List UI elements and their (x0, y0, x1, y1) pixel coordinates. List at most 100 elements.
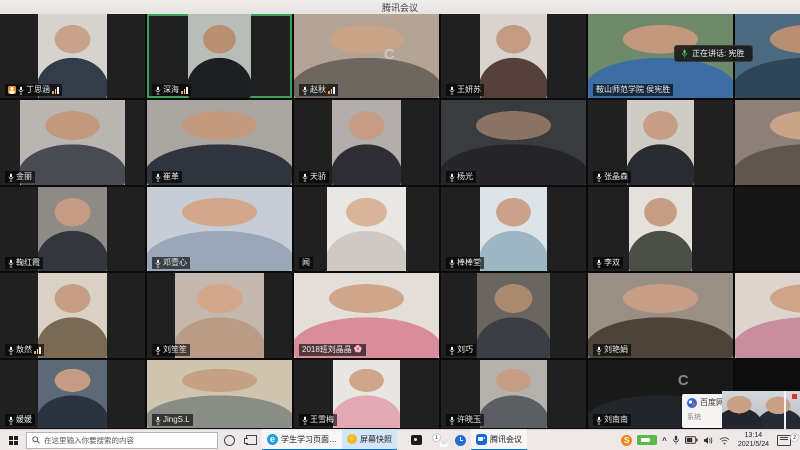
taskbar-app-tencent-meeting[interactable]: 腾讯会议 (471, 429, 527, 450)
participant-name-label: 天骄 (299, 171, 329, 183)
window-titlebar[interactable]: 腾讯会议 (0, 0, 800, 14)
mic-icon (302, 416, 308, 425)
mic-icon (449, 173, 455, 182)
participant-tile-许晓玉[interactable]: 许晓玉 (441, 360, 588, 430)
mic-icon (8, 173, 14, 182)
participant-tile-棒棒堂[interactable]: 棒棒堂 (441, 187, 588, 273)
start-button[interactable] (0, 430, 26, 450)
meeting-app-label: 腾讯会议 (490, 434, 522, 445)
screenshot-app-icon: ⚡ (347, 434, 357, 444)
participant-name: 赵秋 (310, 84, 326, 96)
participant-tile-邓壹心[interactable]: 邓壹心 (147, 187, 294, 273)
screenshot-app-label: 屏幕快照 (360, 434, 392, 445)
participant-name: 金丽 (16, 171, 32, 183)
participant-name: JingS.L (163, 414, 190, 426)
participant-name: 深海 (163, 84, 179, 96)
participant-tile-崔革[interactable]: 崔革 (147, 100, 294, 187)
speaker-icon[interactable] (703, 436, 714, 445)
keyboard-icon[interactable] (777, 435, 791, 446)
participant-tile-杨光[interactable]: 杨光 (441, 100, 588, 187)
participant-name-label: 王雪梅 (299, 414, 337, 426)
taskbar-app-browser[interactable]: e 学生学习页面 - 联... (262, 429, 342, 450)
participant-tile-刘巧[interactable]: 刘巧 (441, 273, 588, 360)
participant-tile-鞠红霞[interactable]: 鞠红霞 (0, 187, 147, 273)
participant-tile-媛媛[interactable]: 媛媛 (0, 360, 147, 430)
participant-name: 张晶森 (604, 171, 628, 183)
participant-tile-赵秋[interactable]: C赵秋 (294, 14, 441, 100)
participant-tile-李双[interactable]: 李双 (588, 187, 735, 273)
mic-icon (449, 346, 455, 355)
participant-tile-JingS.L[interactable]: JingS.L (147, 360, 294, 430)
microphone-tray-icon[interactable] (672, 435, 680, 446)
participant-tile-丁思涵[interactable]: 丁思涵 (0, 14, 147, 100)
windows-logo-icon (9, 436, 18, 445)
participant-tile-2018班刘晶晶[interactable]: 2018班刘晶晶🌸 (294, 273, 441, 360)
participant-video (327, 187, 405, 271)
participant-video (627, 100, 694, 185)
participant-video (38, 187, 108, 271)
participant-tile-刘笙笙[interactable]: 刘笙笙 (147, 273, 294, 360)
sogou-input-icon[interactable]: S (621, 435, 632, 446)
participant-name-label: 鞍山师范学院 侯宪胜 (593, 84, 673, 96)
participant-tile-王雪梅[interactable]: 王雪梅 (294, 360, 441, 430)
cortana-button[interactable] (218, 430, 240, 450)
participant-name-label: 深海 (152, 84, 191, 96)
participant-tile-王妍苏[interactable]: 王妍苏 (441, 14, 588, 100)
participant-name-label: 王妍苏 (446, 84, 484, 96)
participant-video-grid: 丁思涵深海 C赵秋王妍苏 鞍山师范学院 侯宪胜金丽 崔革天骄 杨光 张晶森鞠红霞邓壹心 闻棒… (0, 14, 800, 430)
notification-badge: 2 (790, 433, 799, 442)
network-icon[interactable] (719, 436, 730, 445)
participant-tile-敖然[interactable]: 敖然 (0, 273, 147, 360)
search-placeholder: 在这里输入你要搜索的内容 (44, 435, 134, 446)
participant-name: 刘艳娟 (604, 344, 628, 356)
participant-tile[interactable] (735, 273, 800, 360)
mic-icon (302, 173, 308, 182)
participant-name-label: 刘笙笙 (152, 344, 190, 356)
participant-video (332, 100, 402, 185)
tray-expand-icon[interactable]: ^ (662, 436, 667, 445)
participant-name-label: 李双 (593, 257, 623, 269)
clock-app-icon (455, 435, 466, 446)
participant-tile[interactable] (735, 100, 800, 187)
mic-icon (596, 173, 602, 182)
participant-tile-深海[interactable]: 深海 (147, 14, 294, 100)
battery-widget-icon[interactable] (637, 435, 657, 445)
participant-name-label: 敖然 (5, 344, 44, 356)
task-view-button[interactable] (240, 430, 262, 450)
participant-tile-闻[interactable]: 闻 (294, 187, 441, 273)
participant-video (480, 187, 547, 271)
taskbar-app-clock[interactable] (449, 430, 471, 450)
taskbar-clock[interactable]: 13:14 2021/5/24 (735, 431, 772, 449)
name-emoji: 🌸 (354, 344, 363, 356)
participant-name: 刘笙笙 (163, 344, 187, 356)
participant-tile[interactable] (735, 187, 800, 273)
lock-app-icon (411, 435, 422, 445)
mic-icon (155, 259, 161, 268)
signal-strength-icon (34, 347, 41, 354)
participant-tile-刘艳娟[interactable]: 刘艳娟 (588, 273, 735, 360)
participant-name-label: JingS.L (152, 414, 193, 426)
participant-name: 棒棒堂 (457, 257, 481, 269)
participant-name-label: 杨光 (446, 171, 476, 183)
participant-name: 杨光 (457, 171, 473, 183)
participant-name-label: 刘巧 (446, 344, 476, 356)
participant-video (477, 273, 550, 358)
mic-icon (155, 346, 161, 355)
participant-name-label: 邓壹心 (152, 257, 190, 269)
participant-tile-天骄[interactable]: 天骄 (294, 100, 441, 187)
task-view-icon (246, 435, 257, 445)
battery-icon[interactable] (685, 436, 698, 444)
taskbar-app-screenshot[interactable]: ⚡ 屏幕快照 (342, 429, 397, 450)
taskbar-app-lock[interactable] (405, 430, 427, 450)
mic-icon (596, 416, 602, 425)
taskbar-search-input[interactable]: 在这里输入你要搜索的内容 (26, 432, 218, 449)
participant-tile-张晶森[interactable]: 张晶森 (588, 100, 735, 187)
browser-app-label: 学生学习页面 - 联... (281, 434, 337, 445)
taskbar-app-mail[interactable]: 1 (427, 430, 449, 450)
participant-tile-金丽[interactable]: 金丽 (0, 100, 147, 187)
participant-name: 邓壹心 (163, 257, 187, 269)
mic-icon (18, 86, 24, 95)
speaking-text: 正在讲话: 宪胜 (692, 48, 744, 59)
participant-video (629, 187, 693, 271)
video-thumbnail[interactable] (722, 391, 800, 431)
